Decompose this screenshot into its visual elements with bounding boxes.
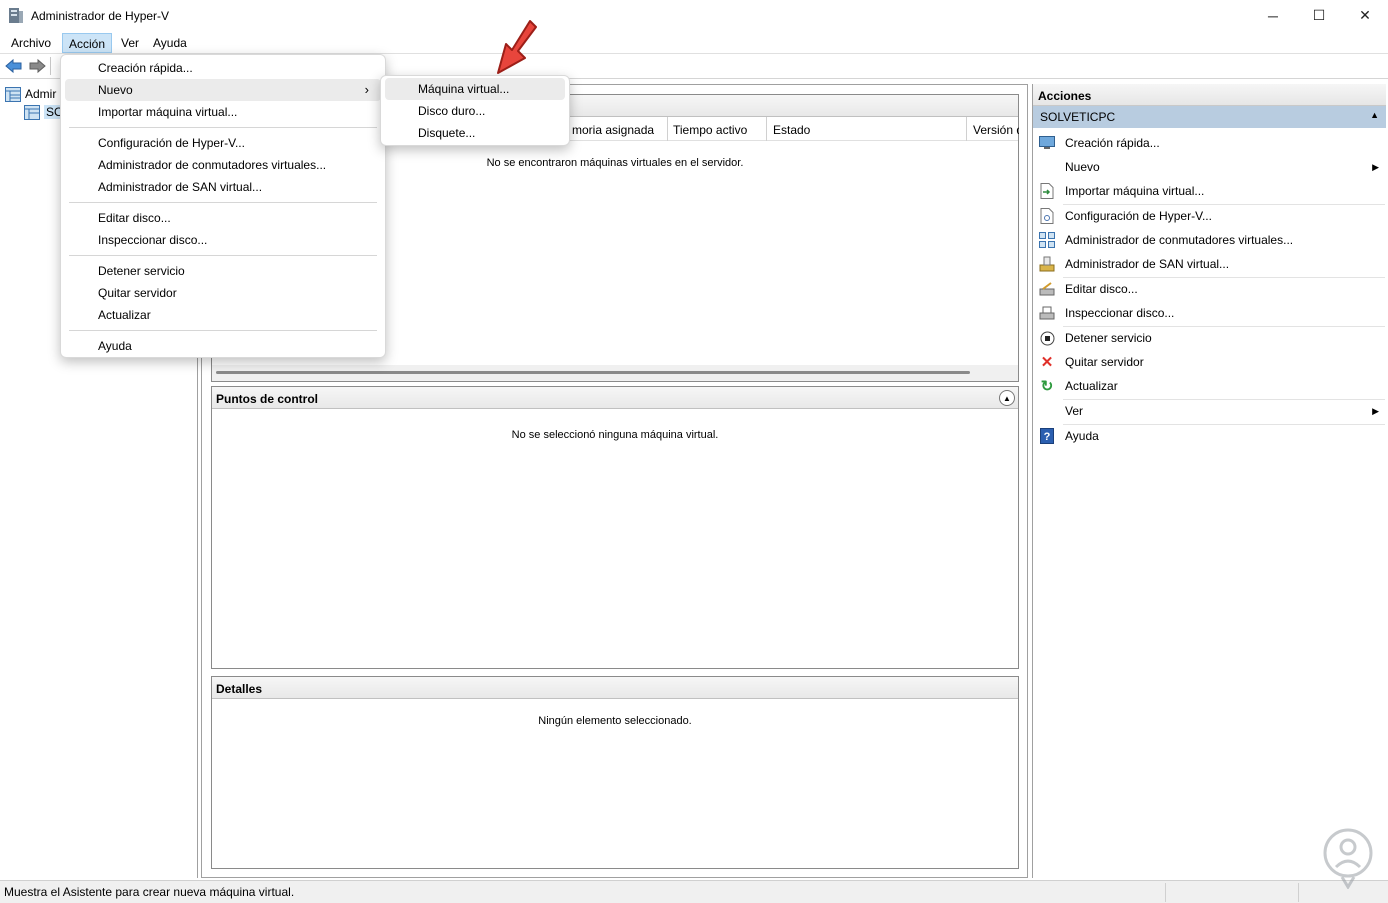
status-text: Muestra el Asistente para crear nueva má… (4, 885, 295, 899)
checkpoints-title: Puntos de control (216, 392, 318, 406)
menu-item-conmutadores[interactable]: Administrador de conmutadores virtuales.… (65, 154, 381, 176)
san-icon (1039, 256, 1055, 272)
action-actualizar[interactable]: ↻ Actualizar (1033, 375, 1387, 397)
menu-ayuda[interactable]: Ayuda (147, 33, 193, 53)
collapse-triangle-icon[interactable]: ▲ (1370, 110, 1379, 120)
menu-item-inspeccionar-disco[interactable]: Inspeccionar disco... (65, 229, 381, 251)
remove-x-icon: ✕ (1040, 354, 1054, 371)
column-version[interactable]: Versión d (967, 117, 1019, 141)
submenu-item-maquina-virtual[interactable]: Máquina virtual... (385, 78, 565, 100)
nuevo-submenu: Máquina virtual... Disco duro... Disquet… (380, 75, 570, 146)
menu-item-configuracion[interactable]: Configuración de Hyper-V... (65, 132, 381, 154)
menu-bar: Archivo Acción Ver Ayuda (0, 31, 1388, 53)
menu-archivo[interactable]: Archivo (5, 33, 57, 53)
action-ayuda[interactable]: ? Ayuda (1033, 425, 1387, 447)
watermark-logo-icon (1323, 828, 1373, 889)
action-creacion-rapida[interactable]: Creación rápida... (1033, 132, 1387, 154)
help-icon: ? (1039, 428, 1055, 444)
hyperv-app-icon (9, 8, 23, 23)
red-pointer-arrow-icon (497, 20, 537, 74)
settings-document-icon (1039, 208, 1055, 224)
menu-item-editar-disco[interactable]: Editar disco... (65, 207, 381, 229)
virtual-switch-icon (1039, 232, 1055, 248)
menu-separator (69, 255, 377, 256)
action-san-virtual[interactable]: Administrador de SAN virtual... (1033, 253, 1387, 275)
status-separator (1298, 883, 1299, 902)
action-configuracion[interactable]: Configuración de Hyper-V... (1033, 205, 1387, 227)
menu-separator (69, 330, 377, 331)
collapse-up-icon[interactable]: ▲ (999, 390, 1015, 406)
menu-item-san-virtual[interactable]: Administrador de SAN virtual... (65, 176, 381, 198)
menu-item-actualizar[interactable]: Actualizar (65, 304, 381, 326)
column-estado[interactable]: Estado (767, 117, 967, 141)
menu-item-nuevo[interactable]: Nuevo › (65, 79, 381, 101)
svg-text:?: ? (1044, 431, 1051, 443)
hyperv-manager-icon (5, 86, 21, 102)
actions-pane: Acciones SOLVETICPC ▲ Creación rápida...… (1032, 84, 1386, 878)
menu-ver[interactable]: Ver (115, 33, 145, 53)
stop-icon (1039, 330, 1055, 346)
inspect-disk-icon (1039, 305, 1055, 321)
menu-item-detener-servicio[interactable]: Detener servicio (65, 260, 381, 282)
import-icon (1039, 183, 1055, 199)
submenu-arrow-icon: ▶ (1372, 161, 1379, 172)
close-button[interactable]: ✕ (1342, 0, 1388, 31)
details-empty-message: Ningún elemento seleccionado. (538, 715, 692, 727)
edit-disk-icon (1039, 281, 1055, 297)
refresh-icon: ↻ (1040, 378, 1054, 395)
menu-item-ayuda[interactable]: Ayuda (65, 335, 381, 357)
action-ver[interactable]: Ver ▶ (1033, 400, 1387, 422)
window-title: Administrador de Hyper-V (31, 9, 170, 23)
tree-root-node[interactable]: Admir (5, 85, 56, 103)
actions-server-header[interactable]: SOLVETICPC ▲ (1033, 106, 1386, 128)
checkpoints-empty-message: No se seleccionó ninguna máquina virtual… (511, 429, 719, 441)
checkpoints-panel: Puntos de control ▲ No se seleccionó nin… (211, 386, 1019, 669)
status-separator (1165, 883, 1166, 902)
action-conmutadores[interactable]: Administrador de conmutadores virtuales.… (1033, 229, 1387, 251)
menu-item-quitar-servidor[interactable]: Quitar servidor (65, 282, 381, 304)
checkpoints-header: Puntos de control ▲ (212, 387, 1018, 409)
minimize-button[interactable]: ─ (1250, 0, 1296, 31)
menu-separator (69, 202, 377, 203)
submenu-item-disco-duro[interactable]: Disco duro... (385, 100, 565, 122)
menu-separator (69, 127, 377, 128)
details-header: Detalles (212, 677, 1018, 699)
action-nuevo[interactable]: Nuevo ▶ (1033, 156, 1387, 178)
quick-create-icon (1039, 135, 1055, 151)
scrollbar-thumb[interactable] (216, 371, 970, 374)
action-detener-servicio[interactable]: Detener servicio (1033, 327, 1387, 349)
chevron-right-icon: › (364, 82, 369, 97)
column-memoria-asignada[interactable]: moria asignada (566, 117, 668, 141)
action-editar-disco[interactable]: Editar disco... (1033, 278, 1387, 300)
menu-item-creacion-rapida[interactable]: Creación rápida... (65, 57, 381, 79)
horizontal-scrollbar[interactable] (212, 365, 1018, 381)
action-quitar-servidor[interactable]: ✕ Quitar servidor (1033, 351, 1387, 373)
back-arrow-icon[interactable] (5, 58, 23, 74)
tree-root-label: Admir (25, 87, 57, 101)
maximize-button[interactable]: ☐ (1296, 0, 1342, 31)
toolbar-separator (50, 57, 51, 75)
menu-accion[interactable]: Acción (62, 33, 113, 53)
submenu-item-disquete[interactable]: Disquete... (385, 122, 565, 144)
menu-item-importar[interactable]: Importar máquina virtual... (65, 101, 381, 123)
status-bar: Muestra el Asistente para crear nueva má… (0, 880, 1388, 903)
details-panel: Detalles Ningún elemento seleccionado. (211, 676, 1019, 869)
forward-arrow-icon[interactable] (28, 58, 46, 74)
server-icon (24, 104, 40, 120)
title-bar: Administrador de Hyper-V ─ ☐ ✕ (0, 0, 1388, 31)
submenu-arrow-icon: ▶ (1372, 405, 1379, 416)
column-tiempo-activo[interactable]: Tiempo activo (667, 117, 767, 141)
actions-header: Acciones (1033, 84, 1386, 106)
accion-menu: Creación rápida... Nuevo › Importar máqu… (60, 54, 386, 358)
details-title: Detalles (216, 682, 263, 696)
action-importar[interactable]: Importar máquina virtual... (1033, 180, 1387, 202)
actions-server-label: SOLVETICPC (1040, 110, 1116, 124)
action-inspeccionar-disco[interactable]: Inspeccionar disco... (1033, 302, 1387, 324)
